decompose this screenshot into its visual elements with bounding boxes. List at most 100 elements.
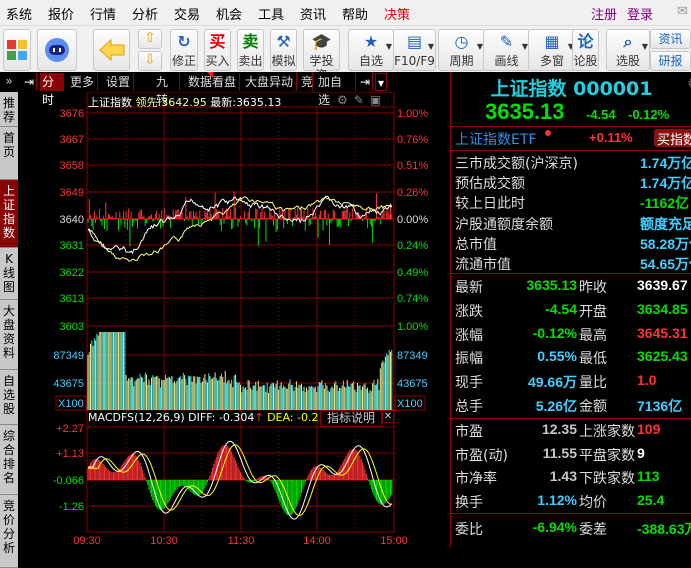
toolbar-windows-button[interactable]: ▦ 多窗 ▼ [528,29,576,71]
stat-row: 流通市值54.65万亿 [455,256,691,273]
chart-tab-5[interactable]: 大盘异动 [243,73,297,91]
menu-3[interactable]: 分析 [132,4,158,23]
chart-tab-7[interactable]: 加自选 [316,73,356,107]
research-button[interactable]: 研报 [650,51,691,71]
chart-tab-6[interactable]: 竞 [299,73,313,91]
toolbar-refresh-button[interactable]: ↻ 修正 [170,29,198,71]
left-tab-2[interactable]: 上证指数 [0,180,18,248]
left-tab-4[interactable]: 大盘资料 [0,300,18,370]
volume-tick-label: 87349 [397,350,428,362]
chart-tab-1[interactable]: 更多 [68,73,98,91]
register-link[interactable]: 注册 [591,4,617,23]
page-up-button[interactable]: ⇧ [138,29,162,49]
toolbar-pencil-button[interactable]: ✎ 画线 ▼ [483,29,530,71]
left-tab-0[interactable]: 推荐 [0,92,18,127]
feather-icon[interactable]: ✎ [354,93,370,107]
quote-row: 市净率 1.43 下跌家数 113 [455,468,660,487]
login-link[interactable]: 登录 [627,4,653,23]
quote-row: 振幅 0.55% 最低 3625.43 [455,348,688,368]
quote-row: 涨跌 -4.54 开盘 3634.85 [455,300,688,320]
price-tick-label: 3676 [60,108,84,120]
left-tab-7[interactable]: 竞价分析 [0,495,18,568]
quote-panel: 上证指数 000001 ⚙ 3635.13 -4.54 -0.12% 上证指数E… [450,72,691,548]
intraday-chart[interactable]: 3676 1.00% 3667 0.76% 3658 0.51% 3649 0.26% 3640… [18,92,450,548]
toolbar-discuss-button[interactable]: 论论股 [572,29,599,71]
home-grid-button[interactable] [3,29,31,71]
buy-index-button[interactable]: 买指数 [654,129,691,148]
toolbar-gavel-button[interactable]: ⚒ 模拟 [270,29,297,71]
buy-icon: 买 [209,32,226,51]
stat-row: 沪股通额度余额 额度充足 [455,215,691,233]
menu-8[interactable]: 帮助 [342,4,368,23]
pin-icon[interactable]: ⇥ [22,73,38,91]
quote-title: 上证指数 000001 [490,78,653,100]
time-tick-label: 09:30 [73,535,101,547]
dropdown-arrow-icon[interactable]: ▼ [428,42,434,51]
gear-icon[interactable]: ⚙ [687,76,691,92]
chart-tab-3[interactable]: 九转 [154,73,180,107]
menu-bar: 系统 报价 行情 分析 交易 机会 工具 资讯 帮助 决策 注册 登录 ✉ [0,0,691,25]
quote-row: 委比-6.94%委差-388.63万 [455,519,691,538]
chart-tools: ⚙✎▣ [337,93,387,107]
page-down-button[interactable]: ⇩ [138,51,162,71]
quote-change: -4.54 [586,107,616,122]
chart-tab-4[interactable]: 数据看盘 [186,73,240,91]
toolbar-graduation-cap-button[interactable]: 🎓学投资 [303,29,340,82]
toolbar-magnifier-chart-button[interactable]: ⌕ 选股 ▼ [606,29,650,71]
arrow-left-icon [98,38,124,62]
volume-tick-label: 87349 [53,350,84,362]
assistant-robot-button[interactable] [37,29,77,71]
chart-tab-2[interactable]: 设置 [104,73,134,91]
sell-icon: 卖 [242,32,259,51]
left-tab-3[interactable]: K线图 [0,248,18,300]
time-tick-label: 11:30 [228,535,255,547]
left-tab-1[interactable]: 首页 [0,127,18,180]
more-dropdown-icon[interactable]: ▾ [375,73,388,91]
expand-icon[interactable]: » [0,74,18,88]
menu-5[interactable]: 机会 [216,4,242,23]
menu-6[interactable]: 工具 [258,4,284,23]
menu-9[interactable]: 决策 [384,4,410,23]
pct-tick-label: 0.74% [397,293,428,305]
dropdown-arrow-icon[interactable]: ▼ [642,42,648,51]
graduation-cap-icon: 🎓 [311,32,332,51]
menu-4[interactable]: 交易 [174,4,200,23]
left-vertical-tabs: 推荐 首页 上证指数 K线图 大盘资料 自选股 综合排名 竞价分析 [0,72,18,568]
dropdown-arrow-icon[interactable]: ▼ [386,42,392,51]
grid-logo-icon [7,40,27,60]
macd-tick-label: -0.066 [53,475,84,487]
stat-row: 总市值58.28万亿 [455,235,691,253]
left-tab-5[interactable]: 自选股 [0,370,18,425]
toolbar-star-folder-button[interactable]: ★ 自选 ▼ [348,29,394,71]
news-button[interactable]: 资讯 [650,29,691,49]
toolbar-buy-button[interactable]: 买买入 [204,29,231,71]
pct-tick-label: 0.00% [397,214,428,226]
menu-1[interactable]: 报价 [48,4,74,23]
toolbox-icon[interactable]: ▣ [370,93,387,107]
stat-row: 较上日此时 -1162亿 [455,195,690,213]
price-tick-label: 3603 [60,321,84,333]
etf-link[interactable]: 上证指数ETF [455,129,536,149]
robot-icon [45,38,69,62]
menu-0[interactable]: 系统 [6,4,32,23]
menu-7[interactable]: 资讯 [300,4,326,23]
gear-icon[interactable]: ⚙ [337,93,354,107]
menu-2[interactable]: 行情 [90,4,116,23]
volume-unit-left: X100 [58,398,84,410]
quote-row: 最新 3635.13 昨收 3639.67 [455,277,688,296]
mail-icon[interactable]: ✉ [677,4,688,19]
close-icon[interactable]: ✕ [382,410,394,423]
quote-row: 涨幅 -0.12% 最高 3645.31 [455,324,688,344]
left-tab-6[interactable]: 综合排名 [0,425,18,495]
toolbar-sell-button[interactable]: 卖卖出 [237,29,264,71]
back-button[interactable] [93,29,130,71]
price-tick-label: 3649 [60,187,84,199]
quote-row: 总手 5.26亿 金额 7136亿 [455,398,683,415]
stat-row: 预估成交额 1.74万亿 [455,175,691,193]
next-icon[interactable]: ⇥ [358,73,374,91]
chart-tab-0[interactable]: 分时 [40,73,64,107]
toolbar-document-button[interactable]: ▤ F10/F9 ▼ [393,29,436,71]
toolbar-clock-button[interactable]: ◷ 周期 ▼ [438,29,485,71]
index-name: 上证指数 [88,96,132,109]
indicator-help-button[interactable]: 指标说明 [320,410,382,427]
